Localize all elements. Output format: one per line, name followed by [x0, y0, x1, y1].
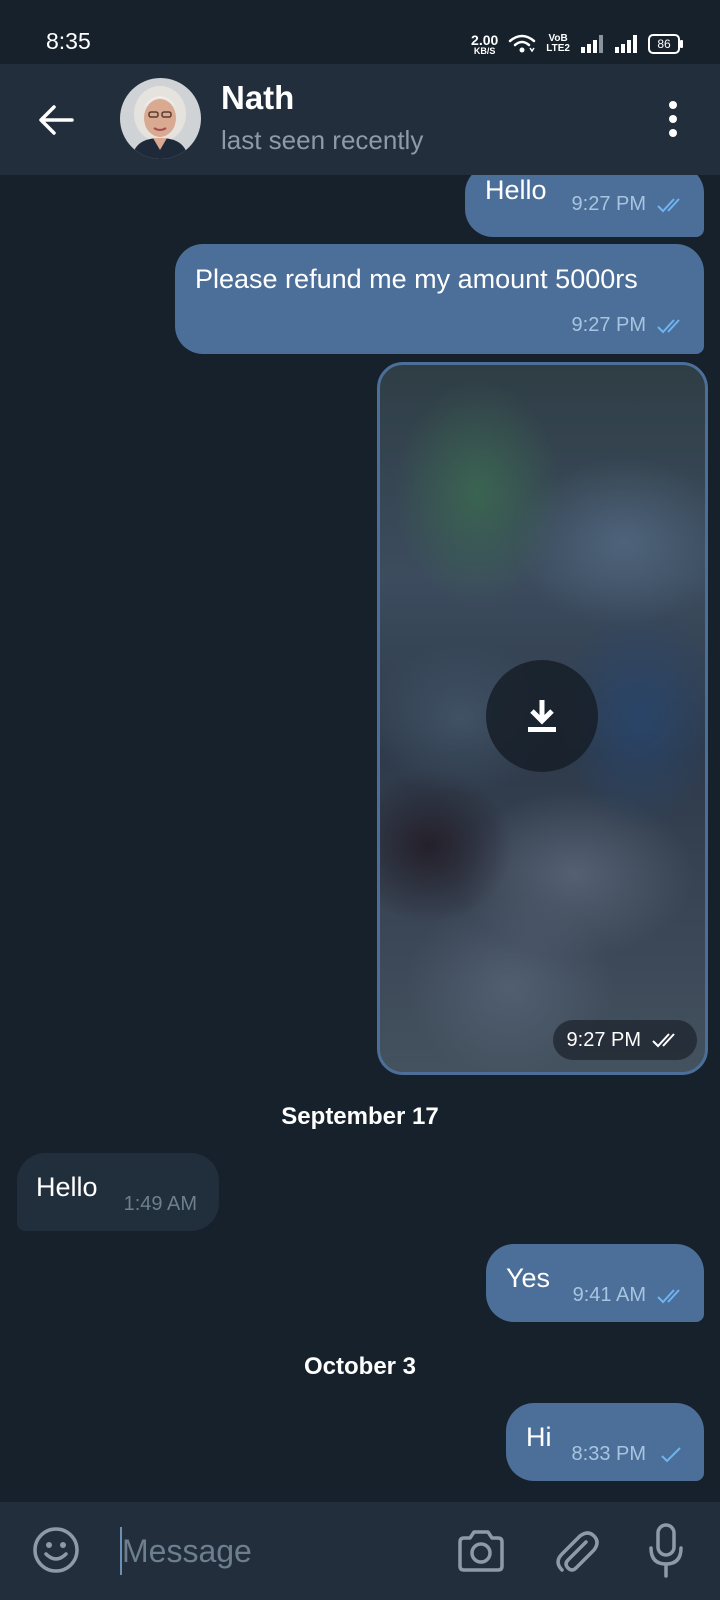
message-text: Hello: [485, 175, 547, 205]
message-meta: 9:27 PM: [572, 193, 688, 216]
message-text: Yes: [506, 1263, 551, 1293]
contact-name[interactable]: Nath: [221, 79, 294, 117]
message-text: Please refund me my amount 5000rs: [195, 264, 638, 294]
message-text: Hello: [36, 1172, 98, 1202]
message-input[interactable]: [122, 1526, 422, 1576]
message-bubble-incoming[interactable]: Hello 1:49 AM: [17, 1153, 219, 1231]
message-bubble-outgoing[interactable]: Please refund me my amount 5000rs 9:27 P…: [175, 244, 704, 354]
telegram-chat-screen: 8:35 2.00 KB/S VoB LTE2 86 Nath last see…: [0, 0, 720, 1600]
more-vertical-icon-dot: [669, 115, 677, 123]
download-button[interactable]: [486, 660, 598, 772]
message-meta: 8:33 PM: [572, 1443, 688, 1466]
date-separator: October 3: [303, 1353, 417, 1380]
double-check-icon: [657, 197, 680, 212]
volte-bottom-label: LTE2: [546, 43, 570, 54]
status-icons: 2.00 KB/S VoB LTE2 86: [471, 30, 683, 58]
message-list[interactable]: Hello 9:27 PM Please refund me my amount…: [0, 175, 720, 1502]
battery-level: 86: [657, 37, 671, 51]
network-speed: 2.00 KB/S: [471, 33, 498, 56]
message-meta: 1:49 AM: [124, 1193, 197, 1216]
message-time: 9:27 PM: [571, 314, 646, 336]
message-time: 9:41 AM: [572, 1284, 646, 1306]
message-composer: [0, 1502, 720, 1600]
camera-icon: [458, 1530, 504, 1572]
arrow-left-icon: [39, 105, 74, 135]
download-icon: [528, 700, 556, 732]
microphone-icon: [649, 1523, 683, 1578]
date-separator: September 17: [281, 1103, 439, 1130]
message-meta: 9:41 AM: [573, 1284, 688, 1307]
network-speed-unit: KB/S: [473, 45, 496, 56]
message-bubble-outgoing[interactable]: Hello 9:27 PM: [465, 175, 704, 237]
double-check-icon: [652, 1033, 675, 1048]
paperclip-icon: [556, 1531, 599, 1572]
signal-icon: [581, 35, 603, 53]
message-time: 1:49 AM: [123, 1193, 197, 1215]
chat-header: Nath last seen recently: [0, 64, 720, 175]
status-bar: 8:35 2.00 KB/S VoB LTE2 86: [0, 0, 720, 64]
more-options-button[interactable]: [658, 94, 688, 144]
network-speed-value: 2.00: [471, 31, 499, 48]
media-time-badge: 9:27 PM: [552, 1020, 697, 1060]
message-time: 8:33 PM: [571, 1443, 646, 1465]
volte-indicator: VoB LTE2: [546, 34, 570, 54]
message-meta: 9:27 PM: [572, 314, 688, 337]
smiley-icon: [33, 1527, 79, 1573]
double-check-icon: [657, 318, 680, 333]
avatar[interactable]: [120, 78, 201, 159]
battery-icon: 86: [648, 34, 683, 54]
double-check-icon: [657, 1288, 680, 1303]
attach-button[interactable]: [552, 1524, 600, 1576]
media-message[interactable]: 9:27 PM: [377, 362, 708, 1075]
emoji-button[interactable]: [32, 1526, 80, 1574]
message-time: 9:27 PM: [571, 193, 646, 215]
avatar-image: [120, 78, 201, 159]
back-button[interactable]: [28, 92, 84, 148]
message-time: 9:27 PM: [566, 1028, 641, 1051]
message-bubble-outgoing[interactable]: Hi 8:33 PM: [506, 1403, 704, 1481]
message-text: Hi: [526, 1422, 552, 1452]
wifi-icon: [509, 34, 536, 53]
more-vertical-icon-dot: [669, 129, 677, 137]
status-time: 8:35: [46, 28, 91, 54]
camera-button[interactable]: [456, 1528, 506, 1574]
voice-message-button[interactable]: [646, 1522, 686, 1580]
more-vertical-icon-dot: [669, 101, 677, 109]
signal-icon-2: [615, 35, 637, 53]
contact-status: last seen recently: [221, 125, 424, 155]
single-check-icon: [661, 1446, 681, 1462]
message-bubble-outgoing[interactable]: Yes 9:41 AM: [486, 1244, 704, 1322]
